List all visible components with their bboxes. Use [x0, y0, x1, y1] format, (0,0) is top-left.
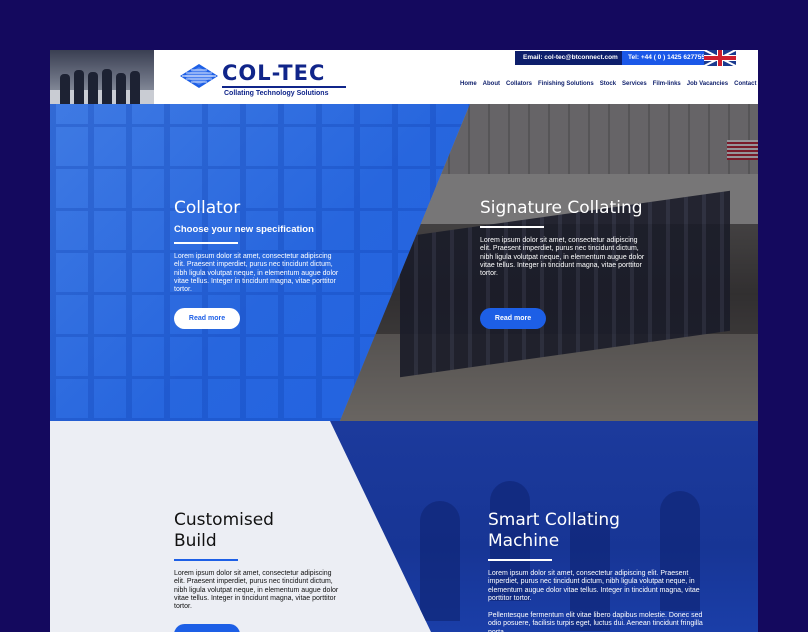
collator-divider: [174, 242, 238, 244]
logo-mark-icon: [180, 64, 218, 88]
nav-home[interactable]: Home: [460, 81, 477, 87]
signature-body: Lorem ipsum dolor sit amet, consectetur …: [480, 237, 645, 278]
nav-stock[interactable]: Stock: [600, 81, 616, 87]
signature-divider: [480, 226, 544, 228]
signature-title: Signature Collating: [480, 198, 643, 218]
smart-collating-divider: [488, 559, 552, 561]
nav-about[interactable]: About: [483, 81, 500, 87]
nav-contact[interactable]: Contact: [734, 81, 756, 87]
nav-job-vacancies[interactable]: Job Vacancies: [687, 81, 728, 87]
customised-title: Customised Build: [174, 510, 274, 551]
uk-flag-icon[interactable]: [704, 50, 736, 66]
customised-section: Customised Build Lorem ipsum dolor sit am…: [174, 510, 344, 611]
logo-tagline: Collating Technology Solutions: [224, 90, 329, 97]
smart-collating-body-2: Pellentesque fermentum elit vitae libero…: [488, 612, 703, 632]
nav-finishing-solutions[interactable]: Finishing Solutions: [538, 81, 594, 87]
smart-collating-title: Smart Collating Machine: [488, 510, 620, 551]
smart-collating-section: Smart Collating Machine Lorem ipsum dolor…: [488, 510, 716, 632]
telephone-link[interactable]: Tel: +44 ( 0 ) 1425 627755: [622, 51, 712, 65]
collator-body: Lorem ipsum dolor sit amet, consectetur …: [174, 253, 339, 294]
website-mockup: COL-TEC Collating Technology Solutions E…: [50, 50, 758, 632]
smart-collating-body: Lorem ipsum dolor sit amet, consectetur …: [488, 570, 700, 602]
email-link[interactable]: Email: col-tec@btconnect.com: [515, 51, 626, 65]
customised-read-more-button[interactable]: [174, 624, 240, 632]
customised-body: Lorem ipsum dolor sit amet, consectetur …: [174, 570, 339, 611]
logo-wordmark: COL-TEC: [222, 61, 326, 85]
customised-divider: [174, 559, 238, 561]
collator-read-more-button[interactable]: Read more: [174, 308, 240, 329]
team-photo-thumbnail: [50, 50, 154, 104]
nav-collators[interactable]: Collators: [506, 81, 532, 87]
signature-read-more-button[interactable]: Read more: [480, 308, 546, 329]
logo-underline: [222, 86, 346, 88]
main-navigation: Home About Collators Finishing Solutions…: [460, 81, 756, 87]
site-header: COL-TEC Collating Technology Solutions E…: [50, 50, 758, 104]
nav-services[interactable]: Services: [622, 81, 647, 87]
signature-section: Signature Collating Lorem ipsum dolor si…: [480, 198, 650, 278]
nav-film-links[interactable]: Film-links: [653, 81, 681, 87]
collator-section: Collator Choose your new specification L…: [174, 198, 344, 294]
collator-title: Collator: [174, 198, 241, 218]
col-tec-logo[interactable]: COL-TEC Collating Technology Solutions: [180, 60, 360, 98]
collator-subtitle: Choose your new specification: [174, 224, 314, 235]
